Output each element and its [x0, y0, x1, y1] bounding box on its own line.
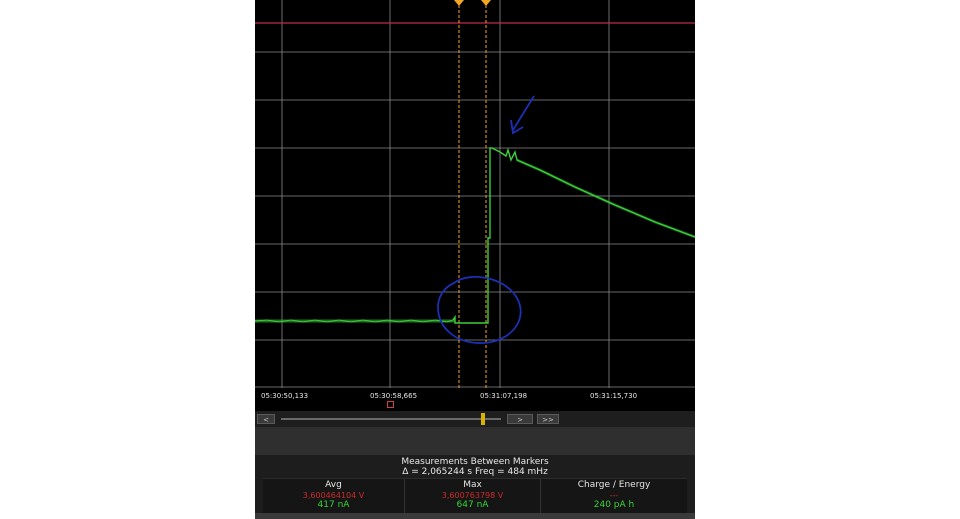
max-column: Max 3,600763798 V 647 nA: [405, 479, 541, 515]
timeline-scrollbar[interactable]: < > >>: [255, 411, 695, 427]
measurements-panel: Measurements Between Markers Δ = 2,06524…: [255, 455, 695, 519]
column-header: Charge / Energy: [577, 480, 651, 490]
charge-energy-column: Charge / Energy --- 240 pA h: [541, 479, 687, 515]
power-analyzer-window: 05:30:50,133 05:30:58,665 05:31:07,198 0…: [255, 0, 695, 519]
plot-background: [255, 0, 695, 388]
footer-bar: [255, 513, 695, 519]
column-header: Max: [463, 480, 482, 490]
panel-spacer: [255, 427, 695, 455]
time-tick-label: 05:30:50,133: [261, 392, 309, 400]
time-tick-label: 05:30:58,665: [370, 392, 418, 400]
voltage-value: 3,600464104 V: [302, 491, 365, 500]
scroll-thumb[interactable]: [481, 413, 485, 425]
current-value: 240 pA h: [593, 500, 635, 510]
measurements-table: Avg 3,600464104 V 417 nA Max 3,600763798…: [263, 478, 687, 515]
current-value: 417 nA: [317, 500, 350, 510]
current-value: 647 nA: [456, 500, 489, 510]
scroll-end-button[interactable]: >>: [537, 414, 559, 424]
measurements-delta: Δ = 2,065244 s Freq = 484 mHz: [402, 467, 548, 477]
column-header: Avg: [325, 480, 342, 490]
waveform-plot[interactable]: [255, 0, 695, 388]
voltage-value: ---: [609, 491, 619, 500]
scroll-track[interactable]: [281, 418, 501, 420]
cursor-position-icon[interactable]: [387, 401, 394, 408]
time-tick-label: 05:31:07,198: [480, 392, 528, 400]
measurements-title: Measurements Between Markers: [401, 457, 549, 467]
time-tick-label: 05:31:15,730: [590, 392, 638, 400]
scroll-left-button[interactable]: <: [257, 414, 275, 424]
voltage-value: 3,600763798 V: [441, 491, 504, 500]
scroll-right-button[interactable]: >: [507, 414, 533, 424]
avg-column: Avg 3,600464104 V 417 nA: [263, 479, 405, 515]
